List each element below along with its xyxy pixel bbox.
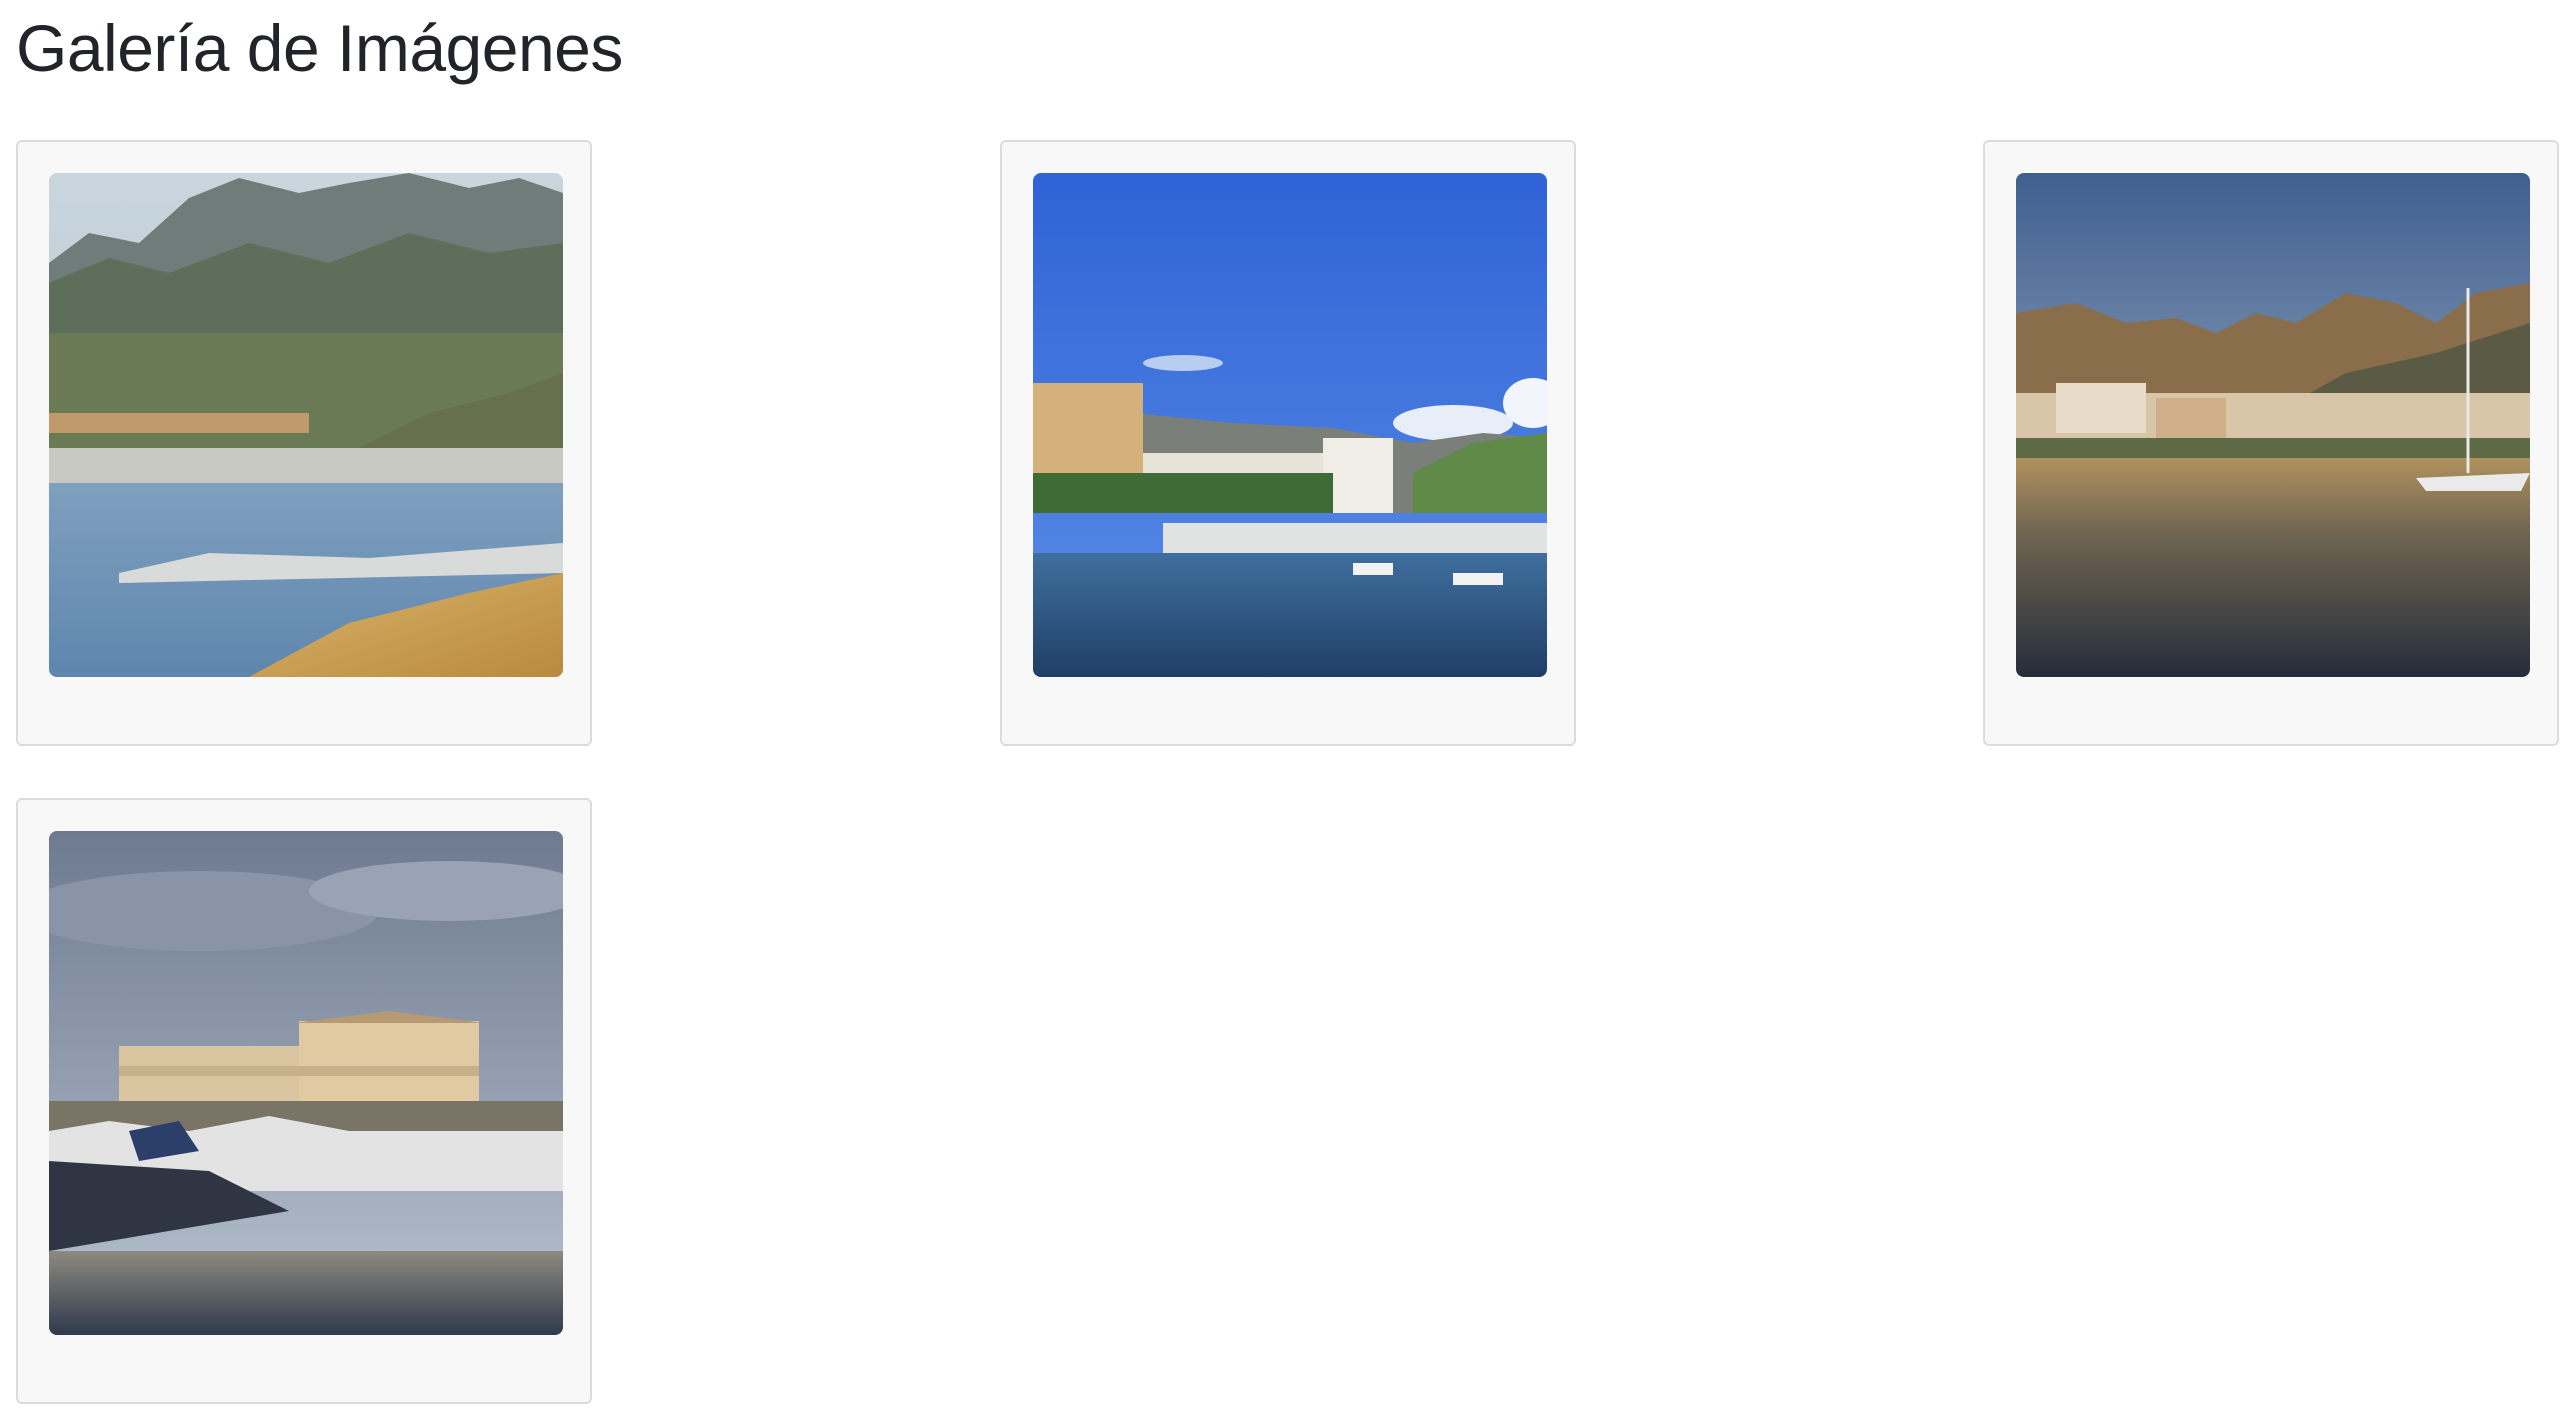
page-title: Galería de Imágenes [16, 11, 623, 85]
gallery-card [1000, 140, 1576, 746]
gallery-image-bay-aerial[interactable] [49, 173, 563, 677]
gallery-image-marina-building[interactable] [49, 831, 563, 1335]
gallery-card [16, 798, 592, 1404]
gallery-card [1983, 140, 2559, 746]
gallery-card [16, 140, 592, 746]
gallery-image-seafront-hotels[interactable] [1033, 173, 1547, 677]
gallery-image-town-reflection[interactable] [2016, 173, 2530, 677]
